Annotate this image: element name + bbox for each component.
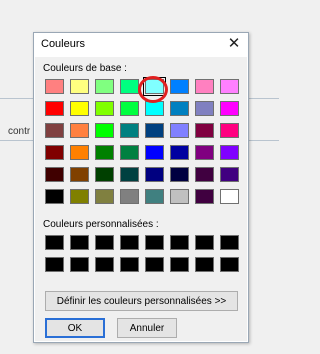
custom-color-swatch[interactable] <box>170 257 189 272</box>
basic-color-swatch[interactable] <box>95 123 114 138</box>
basic-color-swatch[interactable] <box>170 145 189 160</box>
basic-color-swatch[interactable] <box>220 101 239 116</box>
custom-color-swatch[interactable] <box>45 235 64 250</box>
custom-colors-grid <box>45 235 239 272</box>
custom-color-swatch[interactable] <box>95 235 114 250</box>
basic-color-swatch[interactable] <box>70 79 89 94</box>
basic-color-swatch[interactable] <box>195 79 214 94</box>
basic-color-swatch[interactable] <box>95 189 114 204</box>
custom-color-swatch[interactable] <box>45 257 64 272</box>
basic-color-swatch[interactable] <box>120 189 139 204</box>
basic-color-swatch[interactable] <box>120 101 139 116</box>
custom-color-swatch[interactable] <box>120 235 139 250</box>
close-icon[interactable]: ✕ <box>226 35 242 53</box>
basic-color-swatch[interactable] <box>70 167 89 182</box>
custom-color-swatch[interactable] <box>120 257 139 272</box>
dialog-body: Couleurs de base : Couleurs personnalisé… <box>35 57 247 341</box>
basic-color-swatch[interactable] <box>45 79 64 94</box>
basic-colors-label: Couleurs de base : <box>43 63 127 74</box>
custom-color-swatch[interactable] <box>220 235 239 250</box>
basic-color-swatch[interactable] <box>195 145 214 160</box>
basic-color-swatch[interactable] <box>95 79 114 94</box>
dialog-title: Couleurs <box>41 38 86 50</box>
basic-color-swatch[interactable] <box>195 101 214 116</box>
basic-color-swatch[interactable] <box>70 101 89 116</box>
basic-color-swatch[interactable] <box>170 167 189 182</box>
basic-color-swatch[interactable] <box>45 189 64 204</box>
basic-color-swatch[interactable] <box>95 101 114 116</box>
define-custom-colors-button[interactable]: Définir les couleurs personnalisées >> <box>45 291 238 311</box>
basic-color-swatch[interactable] <box>120 123 139 138</box>
basic-color-swatch[interactable] <box>170 101 189 116</box>
basic-color-swatch[interactable] <box>145 167 164 182</box>
basic-color-swatch[interactable] <box>145 101 164 116</box>
basic-color-swatch[interactable] <box>220 123 239 138</box>
colors-dialog: Couleurs ✕ Couleurs de base : Couleurs p… <box>33 32 249 343</box>
cancel-button[interactable]: Annuler <box>117 318 177 338</box>
basic-color-swatch[interactable] <box>70 145 89 160</box>
basic-color-swatch[interactable] <box>95 167 114 182</box>
basic-color-swatch[interactable] <box>195 123 214 138</box>
custom-color-swatch[interactable] <box>220 257 239 272</box>
background-partial-text: contr <box>8 126 31 137</box>
basic-color-swatch[interactable] <box>45 167 64 182</box>
basic-colors-grid <box>45 77 239 204</box>
basic-color-swatch[interactable] <box>145 123 164 138</box>
basic-color-swatch[interactable] <box>195 167 214 182</box>
basic-color-swatch[interactable] <box>220 145 239 160</box>
custom-color-swatch[interactable] <box>70 257 89 272</box>
custom-colors-label: Couleurs personnalisées : <box>43 219 159 230</box>
dialog-titlebar[interactable]: Couleurs ✕ <box>34 33 248 57</box>
custom-color-swatch[interactable] <box>95 257 114 272</box>
basic-color-swatch[interactable] <box>170 189 189 204</box>
basic-color-swatch[interactable] <box>195 189 214 204</box>
basic-color-swatch[interactable] <box>120 167 139 182</box>
custom-color-swatch[interactable] <box>70 235 89 250</box>
basic-color-swatch[interactable] <box>95 145 114 160</box>
custom-color-swatch[interactable] <box>170 235 189 250</box>
custom-color-swatch[interactable] <box>195 235 214 250</box>
basic-color-swatch[interactable] <box>220 79 239 94</box>
basic-color-swatch[interactable] <box>120 79 139 94</box>
basic-color-swatch[interactable] <box>170 79 189 94</box>
basic-color-swatch[interactable] <box>220 189 239 204</box>
basic-color-swatch[interactable] <box>45 123 64 138</box>
ok-button[interactable]: OK <box>45 318 105 338</box>
custom-color-swatch[interactable] <box>145 257 164 272</box>
custom-color-swatch[interactable] <box>195 257 214 272</box>
basic-color-swatch[interactable] <box>120 145 139 160</box>
basic-color-swatch[interactable] <box>70 189 89 204</box>
basic-color-swatch[interactable] <box>143 77 166 96</box>
basic-color-swatch[interactable] <box>220 167 239 182</box>
basic-color-swatch[interactable] <box>45 145 64 160</box>
basic-color-swatch[interactable] <box>145 189 164 204</box>
custom-color-swatch[interactable] <box>145 235 164 250</box>
basic-color-swatch[interactable] <box>145 145 164 160</box>
basic-color-swatch[interactable] <box>170 123 189 138</box>
basic-color-swatch[interactable] <box>70 123 89 138</box>
basic-color-swatch[interactable] <box>45 101 64 116</box>
